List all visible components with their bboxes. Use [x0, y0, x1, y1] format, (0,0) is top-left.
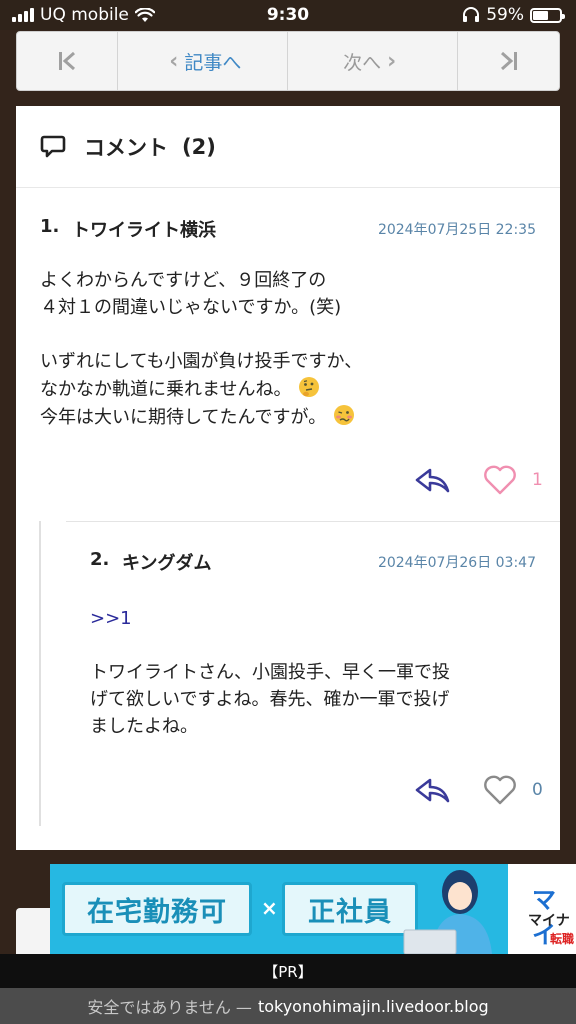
comment-body: >>1 トワイライトさん、小園投手、早く一軍で投 げて欲しいですよね。春先、確か… — [90, 605, 540, 740]
battery-icon — [530, 7, 565, 23]
next-article-label: 次へ — [343, 51, 382, 74]
comment-line: ４対１の間違いじゃないですか。(笑) — [40, 297, 342, 318]
ad-banner[interactable]: 在宅勤務可 × 正社員 マイ マイナ 転職 — [50, 864, 576, 954]
thinking-face-icon — [299, 377, 320, 397]
comment-item: 2. キングダム 2024年07月26日 03:47 >>1 トワイライトさん、… — [66, 521, 560, 805]
comments-section: コメント (2) 1. トワイライト横浜 2024年07月25日 22:35 よ… — [16, 106, 560, 850]
comment-date: 2024年07月26日 03:47 — [377, 555, 536, 571]
reply-thread-line — [39, 521, 41, 826]
side-panel-edge — [16, 908, 50, 954]
heart-icon[interactable] — [482, 462, 518, 498]
back-to-article-button[interactable]: ‹ 記事へ — [118, 32, 288, 90]
comment-body: よくわからんですけど、９回終了の ４対１の間違いじゃないですか。(笑) いずれに… — [40, 267, 530, 431]
pr-label-bar: 【PR】 — [0, 954, 576, 988]
comment-line-with-emoji: 今年は大いに期待してたんですが。 — [40, 403, 530, 431]
next-article-button[interactable]: 次へ › — [288, 32, 459, 90]
last-article-button[interactable] — [458, 32, 559, 90]
comment-line-with-emoji: なかなか軌道に乗れませんね。 — [40, 375, 530, 403]
comment-line: トワイライトさん、小園投手、早く一軍で投 — [90, 662, 450, 683]
comment-line: げて欲しいですよね。春先、確か一軍で投げ — [90, 689, 450, 710]
skip-first-icon — [58, 51, 75, 71]
reply-icon[interactable] — [414, 465, 452, 495]
comment-line: ましたよね。 — [90, 716, 198, 737]
woozy-face-icon — [334, 405, 355, 425]
comment-line: なかなか軌道に乗れませんね。 — [40, 379, 292, 400]
heart-icon[interactable] — [482, 772, 518, 808]
back-to-article-label: 記事へ — [184, 51, 242, 74]
ad-brand-name: マイナ — [528, 913, 570, 929]
ad-chip-full-time: 正社員 — [282, 882, 418, 936]
article-pager: ‹ 記事へ 次へ › — [16, 31, 560, 91]
comment-item: 1. トワイライト横浜 2024年07月25日 22:35 よくわからんですけど… — [16, 189, 560, 495]
reply-icon[interactable] — [414, 775, 452, 805]
comment-author: キングダム — [122, 553, 212, 574]
comment-line: 今年は大いに期待してたんですが。 — [40, 407, 327, 428]
ad-chip-remote-work: 在宅勤務可 — [62, 882, 252, 936]
pr-label: 【PR】 — [263, 962, 313, 981]
url-domain: tokyonohimajin.livedoor.blog — [257, 996, 489, 1016]
battery-level — [533, 10, 549, 20]
comment-line: よくわからんですけど、９回終了の — [40, 270, 327, 291]
comment-line: いずれにしても小園が負け投手ですか、 — [40, 351, 363, 372]
comment-bubble-icon — [40, 135, 66, 157]
reply-anchor-link[interactable]: >>1 — [90, 605, 540, 632]
like-count: 0 — [532, 780, 543, 800]
chevron-left-icon: ‹ — [169, 48, 179, 74]
comments-count: (2) — [182, 134, 216, 159]
like-count: 1 — [532, 470, 543, 490]
status-bar: UQ mobile 9:30 59% — [0, 0, 576, 30]
comments-title: コメント — [84, 135, 168, 160]
ad-separator: × — [261, 896, 278, 920]
comments-header: コメント (2) — [16, 106, 560, 188]
first-article-button[interactable] — [17, 32, 118, 90]
comment-number: 2. — [90, 549, 110, 570]
security-warning: 安全ではありません — — [87, 998, 252, 1017]
comment-date: 2024年07月25日 22:35 — [377, 222, 536, 238]
skip-last-icon — [500, 51, 517, 71]
chevron-right-icon: › — [387, 48, 397, 74]
comment-author: トワイライト横浜 — [72, 220, 216, 241]
comment-number: 1. — [40, 216, 60, 237]
headphones-icon — [463, 7, 480, 22]
ad-person-illustration — [403, 870, 492, 954]
battery-percent: 59% — [486, 5, 524, 25]
ad-brand-tagline: 転職 — [550, 932, 575, 946]
browser-url-bar[interactable]: 安全ではありません — tokyonohimajin.livedoor.blog — [0, 988, 576, 1024]
